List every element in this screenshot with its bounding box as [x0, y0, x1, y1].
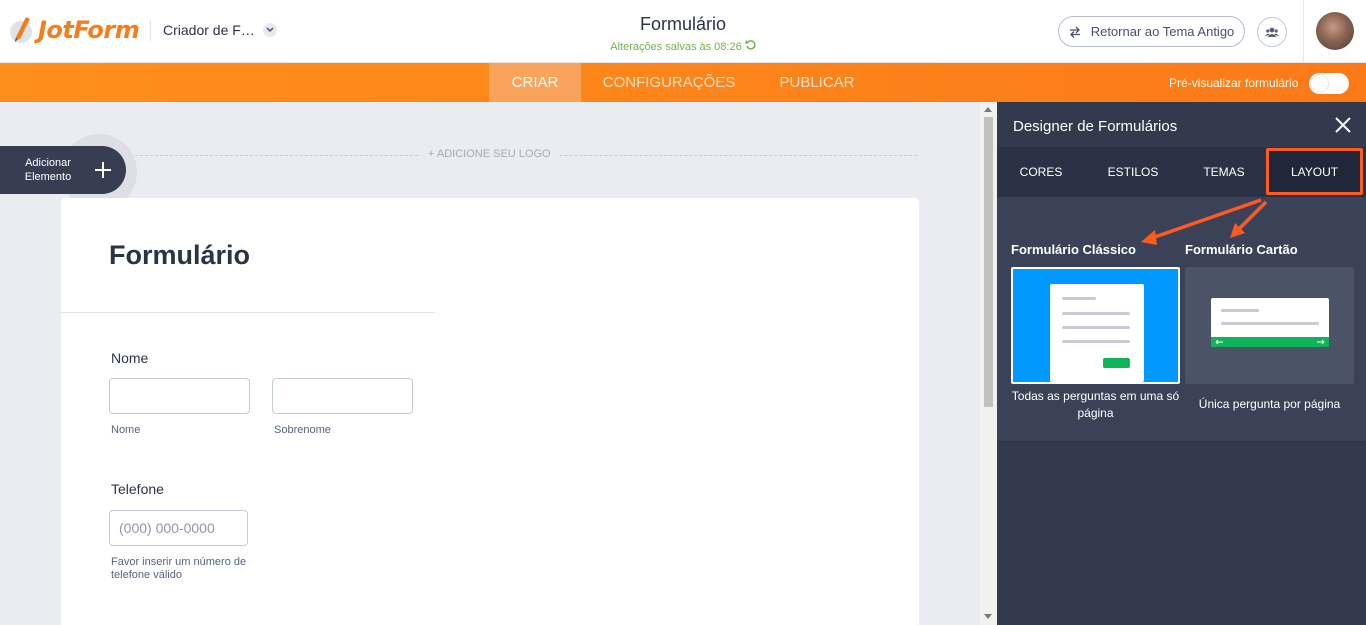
phone-question-label: Telefone	[111, 481, 164, 497]
phone-sublabel: Favor inserir um número de telefone váli…	[111, 556, 247, 581]
canvas-scrollbar[interactable]	[980, 102, 997, 625]
form-heading[interactable]: Formulário	[109, 240, 250, 271]
phone-input[interactable]	[110, 511, 247, 545]
add-logo-link[interactable]: + ADICIONE SEU LOGO	[420, 148, 559, 160]
revert-theme-label: Retornar ao Tema Antigo	[1090, 24, 1235, 39]
chevron-down-icon[interactable]	[262, 23, 277, 37]
last-name-input[interactable]	[273, 379, 412, 413]
form-selector-label: Criador de F…	[163, 22, 255, 38]
card-layout-option[interactable]	[1185, 267, 1354, 384]
form-card: Formulário Nome Nome Sobrenome Telefone …	[61, 198, 919, 625]
main-nav: CRIAR CONFIGURAÇÕES PUBLICAR Pré-visuali…	[0, 63, 1366, 102]
classic-layout-title: Formulário Clássico	[1011, 242, 1136, 257]
panel-title: Designer de Formulários	[1013, 118, 1178, 135]
header-divider	[1303, 0, 1304, 63]
swap-icon	[1069, 26, 1080, 38]
add-element-button[interactable]: Adicionar Elemento	[0, 146, 126, 194]
add-element-label: Adicionar Elemento	[24, 157, 72, 183]
phone-field[interactable]	[109, 510, 248, 546]
save-status-text: Alterações salvas às 08:26	[610, 41, 742, 53]
toggle-knob	[1311, 75, 1328, 92]
form-designer-panel: Designer de Formulários CORES ESTILOS TE…	[997, 102, 1366, 625]
layout-options: Formulário Clássico Formulário Cartão To…	[997, 197, 1366, 441]
scroll-up-icon[interactable]	[984, 107, 992, 112]
header-divider	[150, 20, 151, 42]
revert-theme-button[interactable]: Retornar ao Tema Antigo	[1058, 16, 1245, 47]
first-name-field[interactable]	[109, 378, 250, 414]
name-question-label: Nome	[111, 350, 149, 366]
form-selector[interactable]: Criador de F…	[163, 22, 277, 38]
classic-layout-caption: Todas as perguntas em uma só página	[1011, 389, 1180, 420]
pencil-logo-icon	[10, 15, 34, 45]
last-name-sublabel: Sobrenome	[274, 424, 331, 436]
top-header: JotForm Criador de F… Formulário Alteraç…	[0, 0, 1366, 63]
panel-divider	[997, 441, 1366, 442]
heading-divider	[61, 312, 435, 313]
close-icon[interactable]	[1333, 115, 1353, 135]
tab-configuracoes[interactable]: CONFIGURAÇÕES	[592, 63, 746, 102]
user-avatar[interactable]	[1316, 12, 1354, 50]
preview-toggle[interactable]	[1309, 73, 1349, 94]
last-name-field[interactable]	[272, 378, 413, 414]
collaborate-button[interactable]	[1257, 17, 1287, 47]
tab-estilos[interactable]: ESTILOS	[1085, 147, 1181, 197]
logo-text: JotForm	[38, 16, 140, 44]
first-name-sublabel: Nome	[111, 424, 141, 436]
tab-temas[interactable]: TEMAS	[1181, 147, 1267, 197]
classic-form-preview-icon	[1050, 284, 1144, 382]
card-form-preview-icon	[1211, 298, 1329, 347]
plus-icon	[94, 157, 112, 183]
card-layout-title: Formulário Cartão	[1185, 242, 1298, 257]
first-name-input[interactable]	[110, 379, 249, 413]
jotform-logo[interactable]: JotForm	[10, 15, 140, 45]
card-layout-caption: Única pergunta por página	[1198, 397, 1341, 411]
scroll-thumb[interactable]	[984, 117, 993, 407]
undo-icon[interactable]	[744, 40, 756, 53]
tab-cores[interactable]: CORES	[997, 147, 1085, 197]
preview-label: Pré-visualizar formulário	[1169, 76, 1299, 90]
designer-tabs: CORES ESTILOS TEMAS LAYOUT	[997, 147, 1366, 197]
tab-criar[interactable]: CRIAR	[489, 63, 581, 102]
classic-layout-option[interactable]	[1011, 267, 1180, 384]
tab-layout[interactable]: LAYOUT	[1266, 148, 1363, 195]
users-icon	[1265, 27, 1279, 37]
tab-publicar[interactable]: PUBLICAR	[764, 63, 870, 102]
scroll-down-icon[interactable]	[984, 614, 992, 619]
